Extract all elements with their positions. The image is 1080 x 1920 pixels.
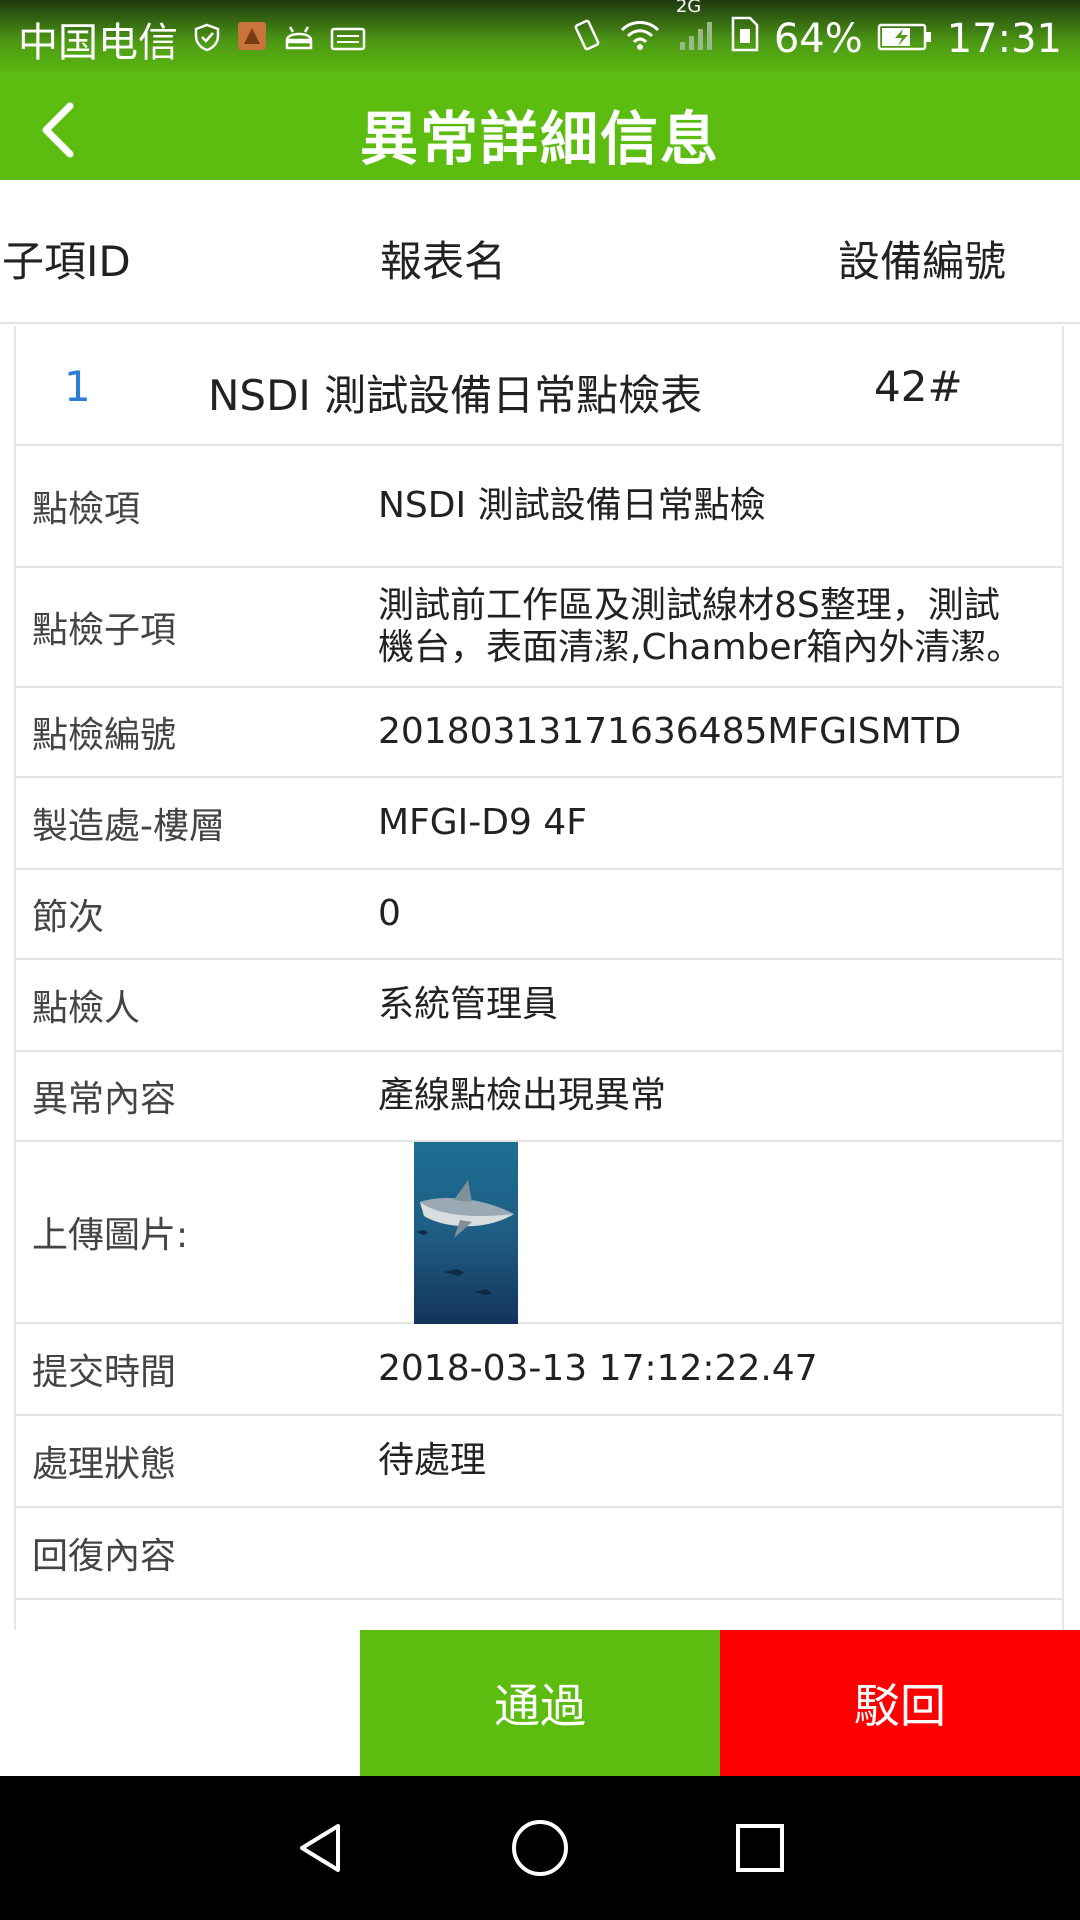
detail-value: NSDI 測試設備日常點檢: [378, 485, 766, 526]
detail-row-section: 節次 0: [16, 870, 1062, 960]
triangle-back-icon: [300, 1824, 340, 1872]
column-header-report-name: 報表名: [380, 237, 507, 286]
detail-row-check-number: 點檢編號 20180313171636485MFGISMTD: [16, 688, 1062, 778]
circle-home-icon: [512, 1820, 568, 1876]
detail-value: 待處理: [378, 1440, 487, 1481]
detail-row-submit-time: 提交時間 2018-03-13 17:12:22.47: [16, 1324, 1062, 1416]
detail-row-check-subitem: 點檢子項 測試前工作區及測試線材8S整理，測試機台，表面清潔,Chamber箱內…: [16, 568, 1062, 688]
detail-label: 點檢編號: [32, 715, 177, 756]
clock: 17:31: [946, 16, 1062, 62]
sim-icon: [730, 15, 760, 63]
nav-recents-button[interactable]: [725, 1813, 795, 1883]
nav-back-button[interactable]: [285, 1813, 355, 1883]
detail-row-check-item: 點檢項 NSDI 測試設備日常點檢: [16, 446, 1062, 568]
approve-button[interactable]: 通過: [360, 1630, 720, 1776]
android-icon: [282, 16, 316, 62]
carrier-label: 中国电信: [18, 20, 178, 66]
battery-charging-icon: [877, 16, 933, 62]
detail-card: 1 NSDI 測試設備日常點檢表 42# 點檢項 NSDI 測試設備日常點檢 點…: [14, 326, 1064, 1630]
app-header: 異常詳細信息: [0, 78, 1080, 180]
detail-label: 點檢子項: [32, 610, 177, 651]
detail-label: 提交時間: [32, 1352, 177, 1393]
signal-icon: 2G: [676, 0, 716, 62]
app-notification-icon: [236, 16, 268, 62]
detail-row-process-status: 處理狀態 待處理: [16, 1416, 1062, 1508]
summary-report-name: NSDI 測試設備日常點檢表: [208, 371, 703, 420]
column-header-id: 子項ID: [2, 237, 131, 286]
detail-label: 點檢項: [32, 489, 141, 530]
detail-label: 回復內容: [32, 1536, 177, 1577]
detail-value: 20180313171636485MFGISMTD: [378, 711, 962, 752]
nav-home-button[interactable]: [505, 1813, 575, 1883]
column-header-device-no: 設備編號: [838, 237, 1007, 286]
detail-row-abnormal-content: 異常內容 產線點檢出現異常: [16, 1052, 1062, 1142]
summary-row: 1 NSDI 測試設備日常點檢表 42#: [16, 326, 1062, 446]
detail-label: 異常內容: [32, 1079, 177, 1120]
detail-label: 處理狀態: [32, 1444, 177, 1485]
detail-value: 系統管理員: [378, 984, 559, 1025]
page-title: 異常詳細信息: [359, 105, 720, 173]
detail-value: 產線點檢出現異常: [378, 1075, 667, 1116]
system-nav-bar: [0, 1776, 1080, 1920]
action-bar: 通過 駁回: [0, 1630, 1080, 1776]
square-recents-icon: [736, 1824, 784, 1872]
reject-button[interactable]: 駁回: [720, 1630, 1080, 1776]
detail-value: 0: [378, 893, 401, 934]
status-bar: 中国电信 2G 64% 17:31: [0, 0, 1080, 78]
detail-label: 點檢人: [32, 988, 141, 1029]
detail-value: 測試前工作區及測試線材8S整理，測試機台，表面清潔,Chamber箱內外清潔。: [378, 585, 1023, 668]
column-header-row: 子項ID 報表名 設備編號: [0, 180, 1080, 324]
detail-value: MFGI-D9 4F: [378, 802, 587, 843]
shield-check-icon: [192, 16, 222, 62]
wifi-icon: [618, 16, 662, 62]
uploaded-image-thumbnail[interactable]: [414, 1142, 518, 1324]
detail-label: 上傳圖片:: [32, 1215, 189, 1256]
network-type: 2G: [675, 0, 702, 17]
detail-row-inspector: 點檢人 系統管理員: [16, 960, 1062, 1052]
detail-row-reply-content: 回復內容: [16, 1508, 1062, 1600]
detail-row-uploaded-image: 上傳圖片:: [16, 1142, 1062, 1324]
summary-device-no: 42#: [874, 362, 963, 411]
summary-id: 1: [64, 362, 91, 411]
battery-percent: 64%: [773, 16, 863, 62]
keyboard-icon: [330, 16, 366, 62]
detail-label: 製造處-樓層: [32, 806, 225, 847]
action-bar-spacer: [0, 1630, 360, 1776]
detail-label: 節次: [32, 897, 105, 938]
detail-row-floor: 製造處-樓層 MFGI-D9 4F: [16, 778, 1062, 870]
detail-value: 2018-03-13 17:12:22.47: [378, 1348, 818, 1389]
vibrate-icon: [570, 16, 604, 62]
